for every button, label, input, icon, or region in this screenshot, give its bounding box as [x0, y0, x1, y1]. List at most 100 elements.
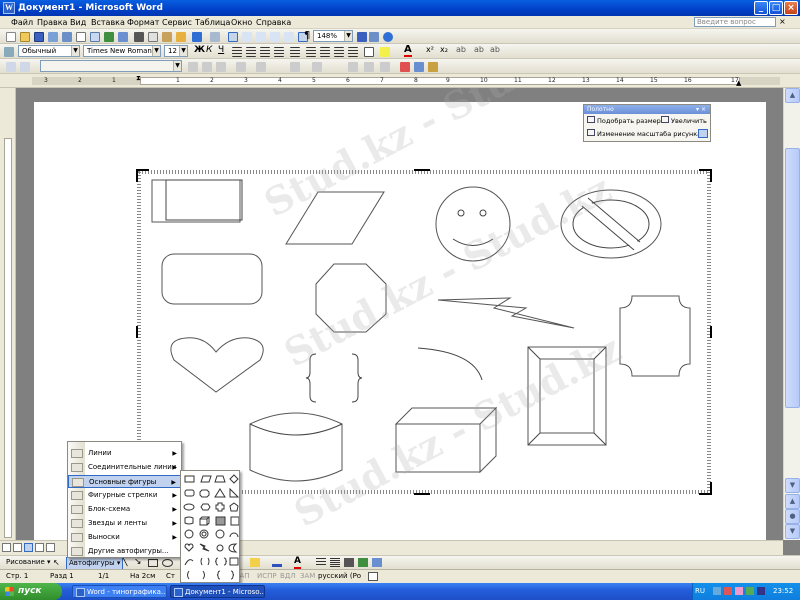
status-language[interactable]: русский (Ро	[318, 570, 361, 583]
menu-view[interactable]: Вид	[68, 17, 88, 28]
status-ext[interactable]: ВДЛ	[280, 570, 296, 583]
cut-icon[interactable]	[134, 32, 144, 42]
status-trk[interactable]: ИСПР	[257, 570, 277, 583]
palette-bevel[interactable]	[215, 516, 226, 526]
undo-icon[interactable]	[192, 32, 202, 42]
dash-style-icon[interactable]	[330, 558, 340, 567]
can-shape[interactable]	[249, 412, 343, 482]
web-view-icon[interactable]	[13, 543, 22, 552]
right-indent-icon[interactable]: ▲	[736, 79, 741, 87]
start-button[interactable]: пуск	[0, 583, 62, 600]
highlight-icon[interactable]	[380, 47, 390, 57]
mail-icon[interactable]	[62, 32, 72, 42]
new-icon[interactable]	[6, 32, 16, 42]
scroll-thumb[interactable]	[785, 148, 800, 408]
minimize-button[interactable]: _	[754, 1, 768, 15]
reading-view-icon[interactable]	[46, 543, 55, 552]
line-style-tool-icon[interactable]	[316, 558, 326, 567]
oval-tool-icon[interactable]	[162, 559, 173, 567]
paste-icon[interactable]	[162, 32, 172, 42]
decrease-indent-icon[interactable]	[334, 47, 344, 57]
menu-window[interactable]: Окно	[229, 17, 254, 28]
palette-parallelogram[interactable]	[200, 475, 212, 483]
grow-font-icon[interactable]: ab	[456, 45, 466, 54]
menu-format[interactable]: Формат	[125, 17, 161, 28]
palette-pentagon[interactable]	[229, 502, 239, 512]
vertical-ruler[interactable]	[0, 88, 16, 540]
status-ovr[interactable]: ЗАМ	[300, 570, 315, 583]
line-icon[interactable]: ╲	[122, 557, 127, 567]
increase-indent-icon[interactable]	[348, 47, 358, 57]
palette-triangle[interactable]	[214, 488, 226, 498]
menu-help[interactable]: Справка	[254, 17, 293, 28]
clock[interactable]: 23:52	[773, 583, 793, 600]
bold-icon[interactable]: Ж	[194, 45, 205, 55]
palette-arc[interactable]	[184, 559, 194, 566]
close-doc-icon[interactable]: ×	[779, 17, 786, 26]
palette-moon[interactable]	[228, 543, 238, 553]
maximize-button[interactable]: □	[769, 1, 783, 15]
style-combo[interactable]: Обычный ▼	[18, 45, 80, 57]
palette-oval[interactable]	[183, 503, 195, 511]
palette-donut[interactable]	[199, 529, 209, 539]
expand-button[interactable]: Увеличить	[661, 116, 707, 126]
wrap-icon[interactable]	[698, 129, 708, 138]
transparent-color-icon[interactable]	[290, 62, 300, 72]
palette-right-triangle[interactable]	[229, 487, 239, 498]
align-center-icon[interactable]	[246, 47, 256, 57]
menu-item-more-shapes[interactable]: Другие автофигуры...	[68, 545, 181, 558]
permission-icon[interactable]	[48, 32, 58, 42]
color-picture-icon[interactable]	[20, 62, 30, 72]
spelling-status-icon[interactable]	[368, 572, 378, 581]
indent-marker-icon[interactable]: ⧗	[136, 74, 141, 83]
line-color-icon[interactable]	[272, 558, 282, 567]
normal-view-icon[interactable]	[2, 543, 11, 552]
line-style-icon[interactable]	[202, 62, 212, 72]
styles-pane-icon[interactable]	[4, 47, 14, 57]
bullets-icon[interactable]	[320, 47, 330, 57]
taskbar-item-word[interactable]: Word - тинографика...	[72, 585, 167, 598]
vertical-scrollbar[interactable]: ▲ ▼ ▲ ● ▼	[783, 88, 800, 540]
research-icon[interactable]	[118, 32, 128, 42]
underline-icon[interactable]: Ч	[218, 45, 224, 55]
reading-mode-icon[interactable]	[357, 32, 367, 42]
hyperlink-icon[interactable]	[228, 32, 238, 42]
menu-edit[interactable]: Правка	[35, 17, 69, 28]
print-icon[interactable]	[76, 32, 86, 42]
palette-lightning[interactable]	[199, 543, 210, 552]
3d-icon[interactable]	[372, 558, 382, 567]
tool-e-icon[interactable]	[414, 62, 424, 72]
palette-cross[interactable]	[215, 502, 225, 512]
canvas-toolbar[interactable]: Полотно ▾ × Подобрать размер Увеличить Из…	[583, 104, 711, 142]
tray-icon-2[interactable]	[724, 587, 732, 595]
picture-style-combo[interactable]: ▼	[40, 60, 182, 72]
redo-icon[interactable]	[210, 32, 220, 42]
menu-item-flowchart[interactable]: Блок-схема ▶	[68, 503, 181, 516]
format-painter-icon[interactable]	[176, 32, 186, 42]
palette-folded-corner[interactable]	[230, 516, 239, 526]
tray-lang[interactable]: RU	[695, 583, 705, 600]
justify-icon[interactable]	[274, 47, 284, 57]
tray-icon-3[interactable]	[735, 587, 743, 595]
arrow-style-icon[interactable]	[344, 558, 354, 567]
spelling-icon[interactable]	[104, 32, 114, 42]
borders-icon[interactable]	[364, 47, 374, 57]
tool-a-icon[interactable]	[348, 62, 358, 72]
tool-c-icon[interactable]	[380, 62, 390, 72]
palette-sun[interactable]	[216, 544, 224, 552]
zoom-combo[interactable]: 148% ▼	[313, 30, 353, 42]
show-marks-icon[interactable]: ¶	[304, 30, 310, 41]
palette-right-brace[interactable]	[230, 570, 234, 580]
word-icon[interactable]: W	[3, 2, 15, 14]
menu-item-basic-shapes[interactable]: Основные фигуры ▶	[68, 475, 181, 488]
draw-font-color-icon[interactable]: A	[294, 556, 301, 569]
menu-item-connectors[interactable]: Соединительные линии ▶	[68, 461, 181, 474]
rectangle-shape[interactable]	[151, 179, 241, 223]
compress-icon[interactable]	[216, 62, 226, 72]
palette-brace-pair[interactable]	[215, 557, 227, 566]
palette-hexagon[interactable]	[200, 503, 211, 511]
prev-page-button[interactable]: ▲	[785, 494, 800, 509]
palette-cube[interactable]	[199, 516, 211, 526]
menu-file[interactable]: Файл	[9, 17, 35, 28]
shadow-icon[interactable]	[358, 558, 368, 567]
